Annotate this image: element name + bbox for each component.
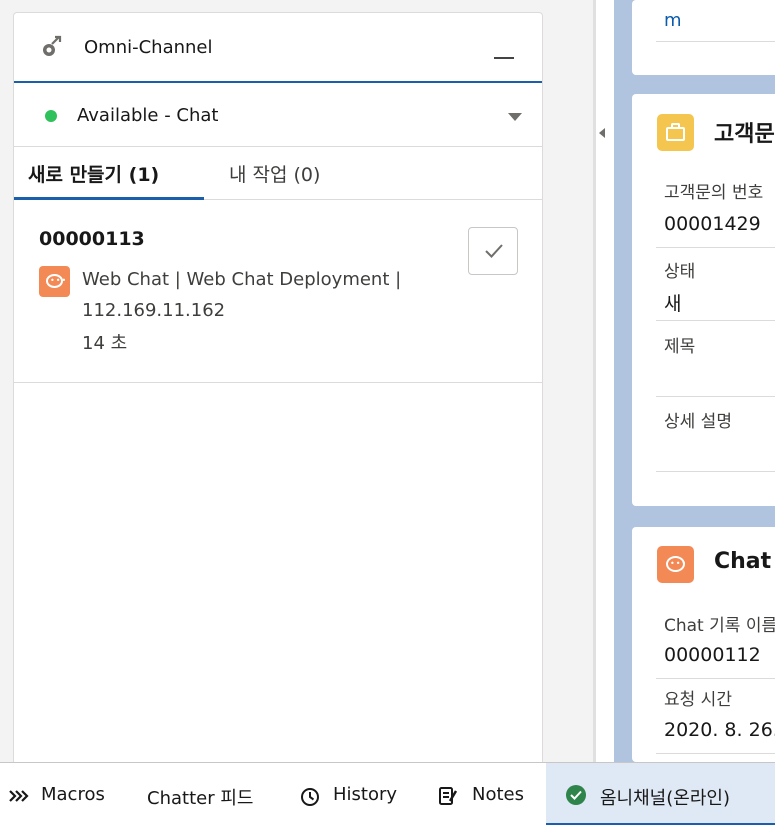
chat-transcript-card: ••• Chat Chat 기록 이름 00000112 요청 시간 2020.… xyxy=(632,527,775,762)
field-value-transcript-name: 00000112 xyxy=(664,644,761,666)
status-label: Available - Chat xyxy=(77,105,219,126)
chat-transcript-icon: ••• xyxy=(657,546,694,583)
divider xyxy=(656,41,775,42)
work-item-source: Web Chat | Web Chat Deployment | xyxy=(82,269,402,290)
check-icon xyxy=(485,244,503,258)
case-card: 고객문 고객문의 번호 00001429 상태 새 제목 상세 설명 xyxy=(632,94,775,506)
accept-button[interactable] xyxy=(468,227,518,275)
field-value-status: 새 xyxy=(664,293,682,315)
collapse-arrow-icon[interactable] xyxy=(599,128,605,138)
field-label-description: 상세 설명 xyxy=(664,412,732,432)
tab-new[interactable]: 새로 만들기 (1) xyxy=(14,147,204,200)
utility-history-label: History xyxy=(333,784,398,805)
utility-omni-channel[interactable]: 옴니채널(온라인) xyxy=(546,763,775,825)
field-value-request-time: 2020. 8. 26. xyxy=(664,719,775,741)
omni-title: Omni-Channel xyxy=(84,37,213,58)
work-item-id: 00000113 xyxy=(39,228,145,250)
field-label-transcript-name: Chat 기록 이름 xyxy=(664,616,775,636)
tab-my-work[interactable]: 내 작업 (0) xyxy=(229,147,369,200)
tab-my-work-label: 내 작업 (0) xyxy=(229,164,321,186)
work-item[interactable]: 00000113 ••• Web Chat | Web Chat Deploym… xyxy=(14,201,542,383)
utility-notes-label: Notes xyxy=(472,784,524,805)
field-label-subject: 제목 xyxy=(664,337,696,357)
utility-macros[interactable]: Macros xyxy=(0,763,130,825)
work-item-ip: 112.169.11.162 xyxy=(82,300,226,321)
minimize-button[interactable] xyxy=(490,43,520,67)
notes-icon xyxy=(439,787,458,805)
status-available-icon xyxy=(45,110,57,122)
omni-channel-panel: Omni-Channel Available - Chat 새로 만들기 (1)… xyxy=(13,12,543,762)
utility-omni-label: 옴니채널(온라인) xyxy=(600,788,730,809)
chat-icon: ••• xyxy=(39,266,70,297)
utility-chatter-label: Chatter 피드 xyxy=(147,788,254,809)
utility-notes[interactable]: Notes xyxy=(425,763,543,825)
utility-history[interactable]: History xyxy=(285,763,415,825)
tab-new-label: 새로 만들기 (1) xyxy=(28,164,160,186)
omni-channel-icon xyxy=(43,35,62,56)
field-value-case-number: 00001429 xyxy=(664,213,761,235)
work-item-wait-time: 14 초 xyxy=(82,333,128,354)
status-dropdown[interactable]: Available - Chat xyxy=(14,85,542,147)
field-label-case-number: 고객문의 번호 xyxy=(664,183,764,203)
omni-header: Omni-Channel xyxy=(14,13,542,83)
clock-icon xyxy=(301,788,319,806)
double-chevron-right-icon xyxy=(9,790,29,802)
chat-card-title: Chat xyxy=(714,549,772,574)
field-label-request-time: 요청 시간 xyxy=(664,690,732,710)
top-card-link[interactable]: m xyxy=(664,10,682,31)
utility-macros-label: Macros xyxy=(41,784,105,805)
chevron-down-icon xyxy=(508,113,522,121)
work-tabs: 새로 만들기 (1) 내 작업 (0) xyxy=(14,147,542,200)
top-record-card: m xyxy=(632,0,775,75)
online-check-icon xyxy=(566,785,586,805)
field-label-status: 상태 xyxy=(664,262,696,282)
case-icon xyxy=(657,114,694,151)
utility-bar: Macros Chatter 피드 History Notes 옴니채널(온라인… xyxy=(0,762,775,825)
case-card-title: 고객문 xyxy=(714,122,775,147)
utility-chatter[interactable]: Chatter 피드 xyxy=(132,763,272,825)
panel-divider xyxy=(593,0,596,762)
